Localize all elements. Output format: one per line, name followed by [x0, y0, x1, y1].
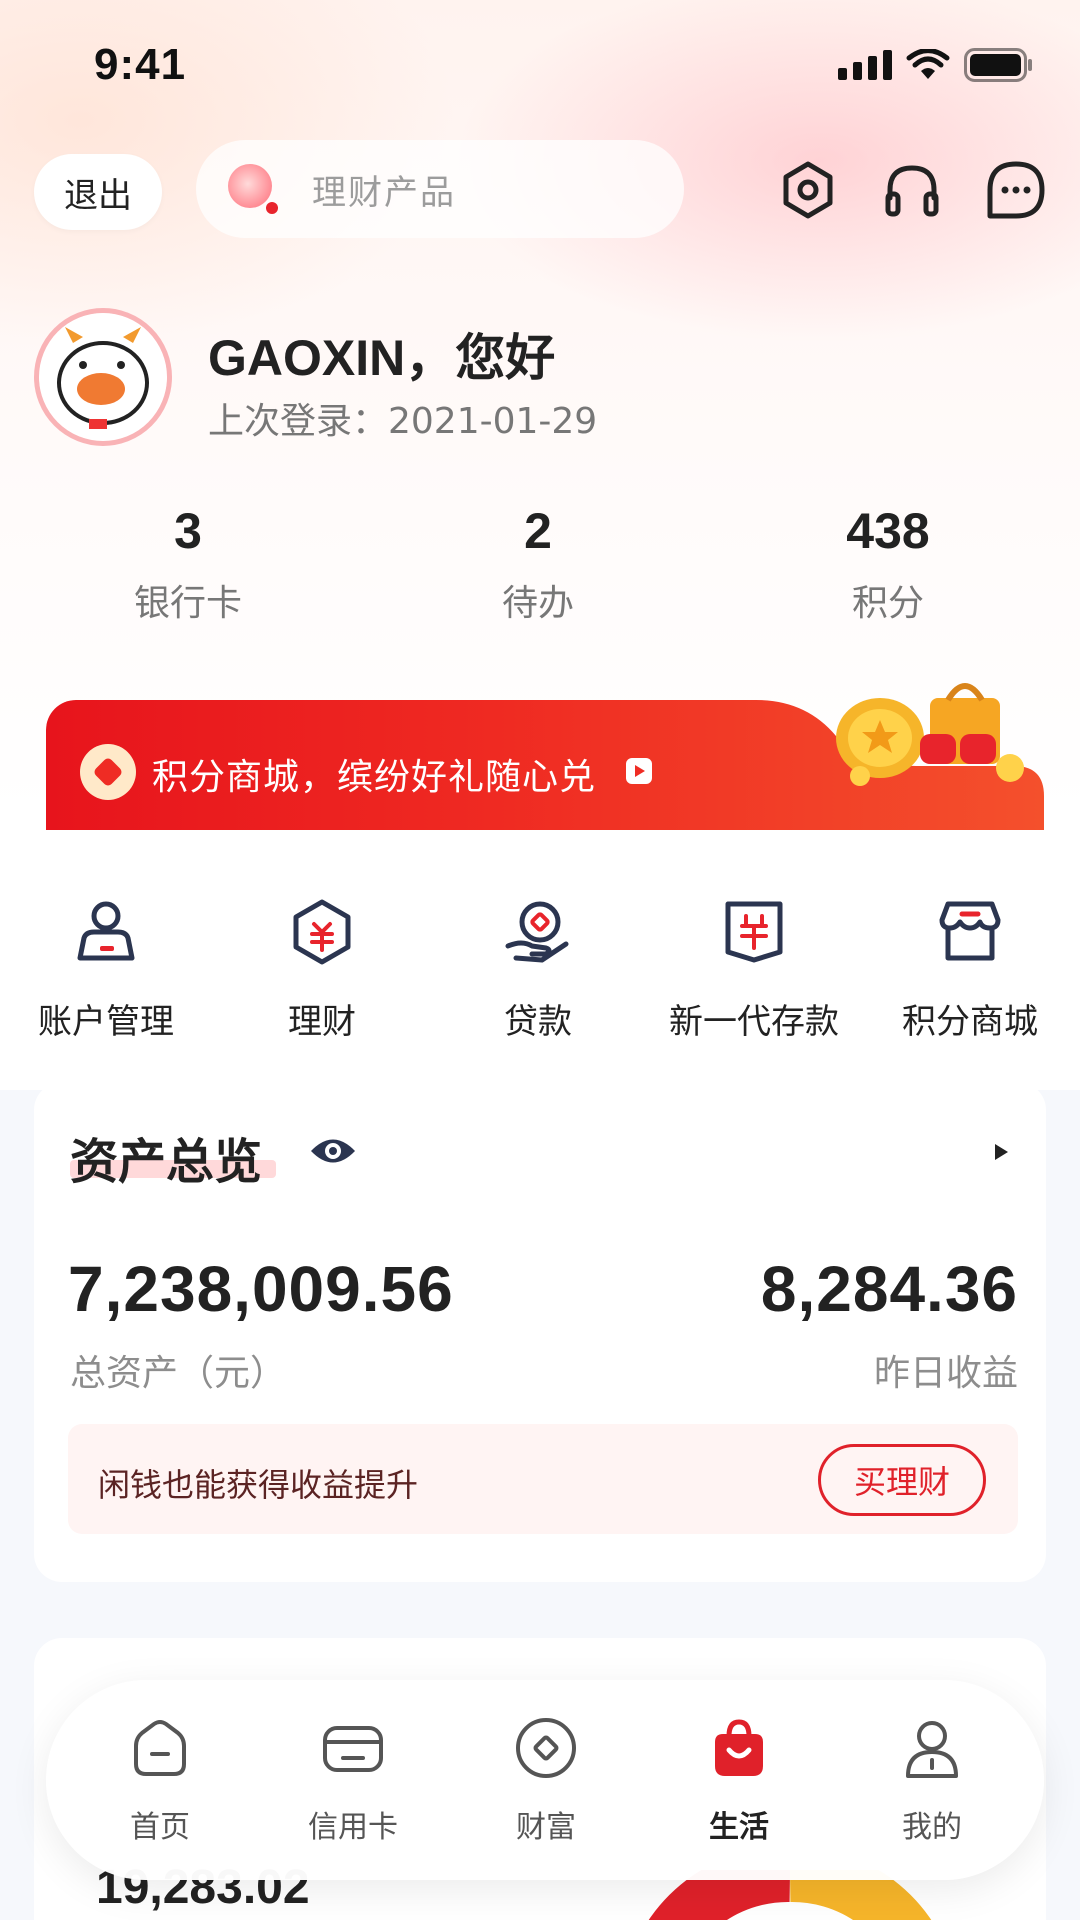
- search-ball-icon: [228, 164, 278, 214]
- stat-points[interactable]: 438 积分: [788, 502, 988, 626]
- search-placeholder: 理财产品: [312, 172, 456, 213]
- account-icon: [77, 901, 135, 961]
- home-icon: [134, 1720, 186, 1776]
- yesterday-earnings-label: 昨日收益: [873, 1353, 1018, 1394]
- deposit-icon: [725, 901, 783, 963]
- stat-value: 2: [524, 503, 552, 559]
- headset-icon[interactable]: [880, 158, 944, 222]
- menu-label: 账户管理: [38, 1002, 174, 1042]
- tab-label: 信用卡: [308, 1810, 398, 1845]
- settings-hex-icon[interactable]: [776, 158, 840, 222]
- menu-item-deposit[interactable]: 新一代存款: [664, 896, 844, 1043]
- stats-row: 3 银行卡 2 待办 438 积分: [0, 502, 1080, 624]
- menu-item-points-mall[interactable]: 积分商城: [880, 896, 1060, 1043]
- tab-life[interactable]: 生活: [664, 1716, 814, 1846]
- menu-item-account[interactable]: 账户管理: [16, 896, 196, 1043]
- logout-button[interactable]: 退出: [34, 154, 162, 230]
- asset-overview-title: 资产总览: [70, 1134, 263, 1190]
- tip-text: 闲钱也能获得收益提升: [98, 1466, 419, 1504]
- greeting-text: GAOXIN，您好: [208, 330, 556, 386]
- menu-label: 积分商城: [902, 1002, 1038, 1042]
- stat-label: 待办: [501, 583, 574, 624]
- total-assets-label: 总资产（元）: [70, 1353, 287, 1394]
- life-bag-icon: [715, 1719, 763, 1776]
- stat-label: 银行卡: [133, 583, 242, 624]
- stat-value: 3: [174, 503, 202, 559]
- tab-label: 生活: [709, 1810, 769, 1845]
- tab-label: 首页: [130, 1810, 190, 1845]
- tab-label: 财富: [516, 1810, 576, 1845]
- search-input[interactable]: 理财产品: [196, 140, 684, 238]
- yesterday-earnings-value: 8,284.36: [760, 1253, 1018, 1325]
- banner-text: 积分商城，缤纷好礼随心兑: [152, 757, 597, 798]
- store-icon: [939, 901, 1001, 961]
- credit-card-icon: [323, 1726, 383, 1772]
- tab-credit-card[interactable]: 信用卡: [278, 1716, 428, 1846]
- stat-bank-cards[interactable]: 3 银行卡: [88, 502, 288, 626]
- menu-item-finance[interactable]: 理财: [232, 896, 412, 1043]
- avatar[interactable]: [34, 308, 172, 446]
- menu-item-loan[interactable]: 贷款: [448, 896, 628, 1043]
- cellular-signal-icon: [838, 50, 892, 80]
- menu-label: 理财: [288, 1002, 356, 1042]
- tab-home[interactable]: 首页: [85, 1716, 235, 1846]
- tab-label: 我的: [902, 1810, 962, 1845]
- stat-value: 438: [846, 503, 930, 559]
- stat-todo[interactable]: 2 待办: [438, 502, 638, 626]
- tab-mine[interactable]: 我的: [857, 1716, 1007, 1846]
- tab-wealth[interactable]: 财富: [471, 1716, 621, 1846]
- cow-mascot-icon: [39, 313, 167, 441]
- last-login-text: 上次登录：2021-01-29: [208, 401, 598, 442]
- finance-icon: [293, 899, 351, 965]
- wifi-icon: [906, 49, 950, 79]
- play-arrow-icon: [626, 758, 652, 784]
- buy-finance-button[interactable]: 买理财: [818, 1444, 986, 1516]
- battery-icon: [964, 48, 1032, 82]
- message-icon[interactable]: [984, 158, 1048, 222]
- status-time: 9:41: [94, 40, 187, 89]
- loan-icon: [505, 901, 569, 963]
- profile-icon: [906, 1721, 958, 1778]
- coin-icon: [80, 744, 136, 800]
- menu-label: 新一代存款: [669, 1002, 839, 1042]
- gift-coins-illustration-icon: [836, 683, 1024, 786]
- status-icons: [838, 48, 1034, 82]
- wealth-icon: [516, 1718, 576, 1778]
- chevron-right-icon[interactable]: [992, 1142, 1010, 1162]
- menu-label: 贷款: [504, 1002, 572, 1042]
- total-assets-value: 7,238,009.56: [68, 1253, 454, 1325]
- eye-icon[interactable]: [308, 1134, 358, 1168]
- stat-label: 积分: [851, 583, 924, 624]
